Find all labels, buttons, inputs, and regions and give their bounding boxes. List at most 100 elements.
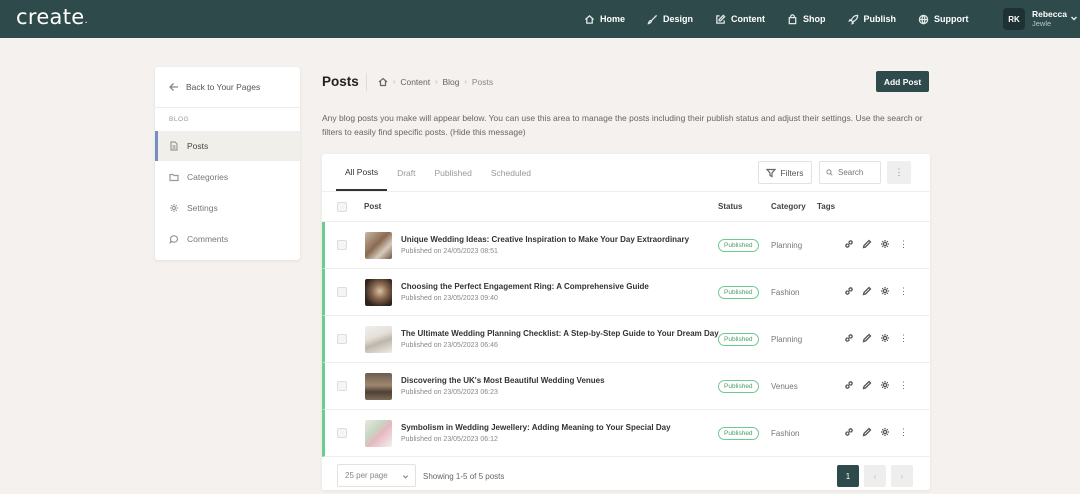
gear-icon[interactable]	[880, 239, 890, 249]
back-to-pages-link[interactable]: Back to Your Pages	[169, 82, 260, 92]
row-actions: ⋮	[844, 239, 908, 249]
post-title[interactable]: The Ultimate Wedding Planning Checklist:…	[401, 329, 719, 338]
add-post-button[interactable]: Add Post	[876, 71, 929, 92]
row-checkbox[interactable]	[337, 428, 347, 438]
link-icon[interactable]	[844, 380, 854, 390]
nav-support[interactable]: Support	[918, 14, 969, 25]
kebab-menu-icon[interactable]: ⋮	[899, 380, 908, 390]
column-status[interactable]: Status	[718, 202, 742, 211]
page-title: Posts	[322, 74, 359, 89]
pencil-icon[interactable]	[862, 239, 872, 249]
document-icon	[170, 141, 178, 151]
rocket-icon	[847, 14, 858, 25]
search-input[interactable]	[838, 168, 880, 177]
folder-icon	[169, 173, 179, 182]
post-date: Published on 24/05/2023 08:51	[401, 248, 498, 255]
link-icon[interactable]	[844, 239, 854, 249]
table-header: Post Status Category Tags	[322, 191, 930, 222]
filters-button[interactable]: Filters	[758, 161, 812, 184]
tab-scheduled[interactable]: Scheduled	[482, 154, 540, 191]
table-row[interactable]: Unique Wedding Ideas: Creative Inspirati…	[322, 222, 930, 269]
row-checkbox[interactable]	[337, 334, 347, 344]
more-options-button[interactable]: ⋮	[887, 161, 911, 184]
breadcrumb: › Content › Blog › Posts	[366, 73, 493, 91]
nav-design[interactable]: Design	[647, 14, 693, 25]
kebab-menu-icon[interactable]: ⋮	[899, 286, 908, 296]
row-actions: ⋮	[844, 286, 908, 296]
row-actions: ⋮	[844, 380, 908, 390]
select-all-checkbox[interactable]	[337, 202, 347, 212]
row-checkbox[interactable]	[337, 381, 347, 391]
top-navigation-bar: create. Home Design Content Shop Publish…	[0, 0, 1080, 38]
post-title[interactable]: Discovering the UK's Most Beautiful Wedd…	[401, 376, 605, 385]
pencil-icon[interactable]	[862, 380, 872, 390]
link-icon[interactable]	[844, 286, 854, 296]
nav-design-label: Design	[663, 14, 694, 24]
previous-page-button[interactable]: ‹	[864, 465, 886, 487]
link-icon[interactable]	[844, 427, 854, 437]
row-checkbox[interactable]	[337, 287, 347, 297]
kebab-menu-icon[interactable]: ⋮	[899, 333, 908, 343]
logo-dot: .	[84, 15, 88, 26]
post-category: Fashion	[771, 429, 800, 438]
column-category[interactable]: Category	[771, 202, 806, 211]
post-title[interactable]: Choosing the Perfect Engagement Ring: A …	[401, 282, 649, 291]
nav-publish[interactable]: Publish	[847, 14, 896, 25]
breadcrumb-blog[interactable]: Blog	[442, 77, 459, 87]
kebab-menu-icon[interactable]: ⋮	[899, 239, 908, 249]
gear-icon[interactable]	[880, 286, 890, 296]
nav-home[interactable]: Home	[584, 14, 625, 25]
table-row[interactable]: Choosing the Perfect Engagement Ring: A …	[322, 269, 930, 316]
post-title[interactable]: Symbolism in Wedding Jewellery: Adding M…	[401, 423, 671, 432]
edit-icon	[716, 13, 726, 24]
home-icon[interactable]	[378, 77, 388, 87]
breadcrumb-separator: ›	[393, 78, 396, 86]
gear-icon	[170, 204, 178, 212]
tab-all-posts[interactable]: All Posts	[336, 154, 388, 191]
table-row[interactable]: Symbolism in Wedding Jewellery: Adding M…	[322, 410, 930, 457]
nav-shop[interactable]: Shop	[787, 13, 826, 25]
tab-published[interactable]: Published	[426, 154, 481, 191]
gear-icon[interactable]	[880, 333, 890, 343]
nav-shop-label: Shop	[803, 14, 826, 24]
pencil-icon[interactable]	[862, 333, 872, 343]
page-1-button[interactable]: 1	[837, 465, 859, 487]
sidebar-item-posts[interactable]: Posts	[155, 131, 300, 161]
nav-content[interactable]: Content	[715, 13, 766, 25]
nav-support-label: Support	[934, 14, 969, 24]
tab-draft[interactable]: Draft	[388, 154, 424, 191]
breadcrumb-content[interactable]: Content	[400, 77, 430, 87]
breadcrumb-separator: ›	[464, 78, 467, 86]
kebab-menu-icon[interactable]: ⋮	[899, 427, 908, 437]
gear-icon[interactable]	[880, 380, 890, 390]
sidebar-item-settings[interactable]: Settings	[155, 193, 300, 223]
per-page-value: 25 per page	[345, 471, 388, 480]
intro-text: Any blog posts you make will appear belo…	[322, 113, 923, 137]
sidebar-item-comments[interactable]: Comments	[155, 224, 300, 254]
search-icon	[826, 169, 833, 176]
post-thumbnail	[365, 420, 392, 447]
post-title[interactable]: Unique Wedding Ideas: Creative Inspirati…	[401, 235, 689, 244]
search-box	[819, 161, 881, 184]
column-post[interactable]: Post	[364, 202, 381, 211]
post-date: Published on 23/05/2023 06:23	[401, 389, 498, 396]
column-tags[interactable]: Tags	[817, 202, 835, 211]
row-checkbox[interactable]	[337, 240, 347, 250]
link-icon[interactable]	[844, 333, 854, 343]
gear-icon[interactable]	[880, 427, 890, 437]
hide-message-link[interactable]: (Hide this message)	[450, 127, 526, 137]
create-logo[interactable]: create.	[16, 5, 88, 29]
table-row[interactable]: Discovering the UK's Most Beautiful Wedd…	[322, 363, 930, 410]
post-date: Published on 23/05/2023 06:12	[401, 436, 498, 443]
nav-content-label: Content	[731, 14, 766, 24]
logo-text: create	[16, 5, 85, 29]
pencil-icon[interactable]	[862, 286, 872, 296]
per-page-select[interactable]: 25 per page	[337, 464, 416, 487]
user-menu[interactable]: RK Rebecca Jewle	[1003, 8, 1078, 30]
table-row[interactable]: The Ultimate Wedding Planning Checklist:…	[322, 316, 930, 363]
status-badge: Published	[718, 333, 759, 346]
pencil-icon[interactable]	[862, 427, 872, 437]
breadcrumb-posts: Posts	[471, 77, 494, 87]
sidebar-item-categories[interactable]: Categories	[155, 162, 300, 192]
next-page-button[interactable]: ›	[891, 465, 913, 487]
